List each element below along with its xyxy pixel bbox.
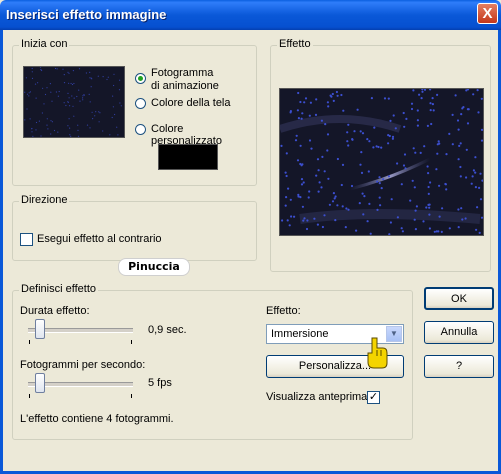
fps-tick — [131, 394, 132, 398]
effect-preview-svg — [280, 89, 483, 235]
close-icon: X — [482, 5, 493, 22]
radio-canvas-color-label: Colore della tela — [151, 97, 231, 109]
window-title: Inserisci effetto immagine — [6, 7, 167, 22]
effect-preview-group: Effetto — [270, 38, 491, 272]
start-frame-preview — [23, 66, 125, 138]
duration-value: 0,9 sec. — [148, 324, 187, 336]
define-effect-legend: Definisci effetto — [19, 283, 99, 295]
cancel-button[interactable]: Annulla — [424, 321, 494, 344]
radio-frame-animation[interactable] — [135, 73, 146, 84]
reverse-effect-label: Esegui effetto al contrario — [37, 233, 162, 245]
chevron-down-icon[interactable]: ▼ — [386, 326, 402, 342]
preview-toggle-label: Visualizza anteprima — [266, 391, 368, 403]
effect-type-label: Effetto: — [266, 305, 301, 317]
effect-preview-image — [279, 88, 484, 236]
reverse-effect-checkbox[interactable] — [20, 233, 33, 246]
radio-canvas-color[interactable] — [135, 98, 146, 109]
duration-tick — [29, 340, 30, 344]
radio-frame-animation-label-2: di animazione — [151, 80, 219, 92]
cancel-button-label: Annulla — [440, 326, 478, 338]
start-with-legend: Inizia con — [19, 38, 70, 50]
frame-count-summary: L'effetto contiene 4 fotogrammi. — [20, 413, 174, 425]
start-preview-image — [24, 67, 122, 137]
direction-group: Direzione Esegui effetto al contrario — [12, 194, 257, 261]
fps-value: 5 fps — [148, 377, 172, 389]
effect-type-value: Immersione — [271, 328, 329, 340]
pointing-hand-icon — [366, 336, 388, 370]
custom-color-swatch[interactable] — [158, 144, 218, 170]
ok-button[interactable]: OK — [424, 287, 494, 310]
define-effect-group: Definisci effetto Durata effetto: 0,9 se… — [12, 283, 413, 440]
radio-frame-animation-label-1: Fotogramma — [151, 67, 214, 79]
help-button-label: ? — [455, 360, 463, 372]
start-with-group: Inizia con Fotogramma di animazione Colo… — [12, 38, 257, 186]
duration-slider-thumb[interactable] — [35, 319, 45, 339]
fps-slider-thumb[interactable] — [35, 373, 45, 393]
effect-preview-legend: Effetto — [277, 38, 313, 50]
preview-toggle-checkbox[interactable]: ✓ — [367, 391, 380, 404]
duration-label: Durata effetto: — [20, 305, 90, 317]
direction-legend: Direzione — [19, 194, 70, 206]
customize-button-label: Personalizza... — [298, 360, 372, 372]
close-button[interactable]: X — [477, 3, 498, 24]
duration-tick — [131, 340, 132, 344]
watermark-logo: Pinuccia — [118, 258, 190, 276]
fps-tick — [29, 394, 30, 398]
title-bar[interactable]: Inserisci effetto immagine X — [0, 0, 501, 30]
radio-custom-color[interactable] — [135, 124, 146, 135]
help-button[interactable]: ? — [424, 355, 494, 378]
fps-label: Fotogrammi per secondo: — [20, 359, 146, 371]
ok-button-label: OK — [451, 293, 467, 305]
